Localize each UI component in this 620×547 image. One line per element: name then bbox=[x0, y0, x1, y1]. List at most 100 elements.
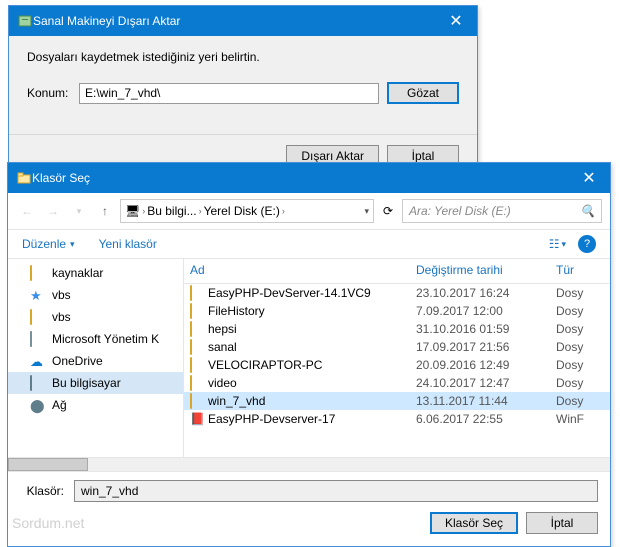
list-item[interactable]: sanal17.09.2017 21:56Dosy bbox=[184, 338, 610, 356]
export-message: Dosyaları kaydetmek istediğiniz yeri bel… bbox=[27, 50, 459, 64]
folder-icon bbox=[30, 266, 46, 280]
view-mode-icon[interactable]: ☷▾ bbox=[549, 237, 566, 251]
file-type: 24.10.2017 12:47 bbox=[416, 376, 556, 390]
export-title-text: Sanal Makineyi Dışarı Aktar bbox=[33, 14, 435, 28]
file-type: 23.10.2017 16:24 bbox=[416, 286, 556, 300]
location-label: Konum: bbox=[27, 86, 71, 100]
archive-icon: 📕 bbox=[190, 412, 206, 426]
network-icon: ⬤ bbox=[30, 398, 46, 412]
list-pane: Ad Değiştirme tarihi Tür EasyPHP-DevServ… bbox=[184, 259, 610, 457]
folder-icon bbox=[30, 310, 46, 324]
tree-item-label: Microsoft Yönetim K bbox=[52, 332, 159, 346]
list-item[interactable]: FileHistory7.09.2017 12:00Dosy bbox=[184, 302, 610, 320]
folder-icon bbox=[190, 322, 206, 336]
browse-button[interactable]: Gözat bbox=[387, 82, 459, 104]
chevron-down-icon[interactable]: ▾ bbox=[364, 206, 369, 217]
list-item[interactable]: hepsi31.10.2016 01:59Dosy bbox=[184, 320, 610, 338]
recent-dropdown-icon[interactable]: ▾ bbox=[68, 199, 90, 223]
watermark: Sordum.net bbox=[12, 515, 84, 531]
folder-title-text: Klasör Seç bbox=[32, 171, 568, 185]
file-list[interactable]: EasyPHP-DevServer-14.1VC923.10.2017 16:2… bbox=[184, 284, 610, 428]
folder-icon bbox=[190, 394, 206, 408]
tree-item[interactable]: ☁OneDrive bbox=[8, 350, 183, 372]
tree-item-label: Ağ bbox=[52, 398, 67, 412]
chevron-right-icon: › bbox=[142, 206, 145, 216]
tree-item-label: OneDrive bbox=[52, 354, 103, 368]
folder-select-dialog: Klasör Seç ✕ ← → ▾ ↑ 🖥 › Bu bilgi... › Y… bbox=[7, 162, 611, 547]
breadcrumb[interactable]: 🖥 › Bu bilgi... › Yerel Disk (E:) › ▾ bbox=[120, 199, 374, 223]
search-input[interactable]: Ara: Yerel Disk (E:) 🔍 bbox=[402, 199, 602, 223]
tree-item-label: vbs bbox=[52, 288, 71, 302]
list-item[interactable]: win_7_vhd13.11.2017 11:44Dosy bbox=[184, 392, 610, 410]
main-area: kaynaklar ★ vbs vbs Microsoft Yönetim K ☁OneD… bbox=[8, 259, 610, 457]
col-type[interactable]: Tür bbox=[556, 263, 604, 277]
help-icon[interactable]: ? bbox=[578, 235, 596, 253]
export-body: Dosyaları kaydetmek istediğiniz yeri bel… bbox=[9, 36, 477, 134]
file-name: FileHistory bbox=[208, 304, 416, 318]
chevron-right-icon: › bbox=[199, 206, 202, 216]
folder-title-icon bbox=[16, 170, 32, 186]
folder-buttons: Klasör Seç İptal bbox=[20, 512, 598, 534]
crumb-drive[interactable]: Yerel Disk (E:) bbox=[204, 204, 280, 218]
list-item[interactable]: EasyPHP-DevServer-14.1VC923.10.2017 16:2… bbox=[184, 284, 610, 302]
folder-icon bbox=[190, 340, 206, 354]
tree-view[interactable]: kaynaklar ★ vbs vbs Microsoft Yönetim K ☁OneD… bbox=[8, 259, 184, 457]
favorite-icon: ★ bbox=[30, 288, 46, 302]
up-icon[interactable]: ↑ bbox=[94, 199, 116, 223]
folder-cancel-button[interactable]: İptal bbox=[526, 512, 598, 534]
tree-item[interactable]: ⬤ Ağ bbox=[8, 394, 183, 416]
folder-icon bbox=[190, 358, 206, 372]
file-name: VELOCIRAPTOR-PC bbox=[208, 358, 416, 372]
tree-item[interactable]: kaynaklar bbox=[8, 262, 183, 284]
folder-titlebar[interactable]: Klasör Seç ✕ bbox=[8, 163, 610, 193]
file-type: 31.10.2016 01:59 bbox=[416, 322, 556, 336]
forward-icon[interactable]: → bbox=[42, 199, 64, 223]
back-icon[interactable]: ← bbox=[16, 199, 38, 223]
new-folder-button[interactable]: Yeni klasör bbox=[99, 237, 157, 251]
tree-item[interactable]: ★ vbs bbox=[8, 284, 183, 306]
location-row: Konum: E:\win_7_vhd\ Gözat bbox=[27, 82, 459, 104]
folder-icon bbox=[190, 376, 206, 390]
export-icon bbox=[17, 13, 33, 29]
folder-name-input[interactable]: win_7_vhd bbox=[74, 480, 598, 502]
refresh-icon[interactable]: ⟳ bbox=[378, 200, 398, 222]
folder-icon bbox=[190, 286, 206, 300]
column-headers[interactable]: Ad Değiştirme tarihi Tür bbox=[184, 259, 610, 284]
export-dialog: Sanal Makineyi Dışarı Aktar ✕ Dosyaları … bbox=[8, 5, 478, 180]
tree-item-label: kaynaklar bbox=[52, 266, 103, 280]
tree-item[interactable]: vbs bbox=[8, 306, 183, 328]
location-input[interactable]: E:\win_7_vhd\ bbox=[79, 83, 379, 104]
tree-item[interactable]: Bu bilgisayar bbox=[8, 372, 183, 394]
list-item[interactable]: video24.10.2017 12:47Dosy bbox=[184, 374, 610, 392]
file-name: EasyPHP-DevServer-14.1VC9 bbox=[208, 286, 416, 300]
file-name: hepsi bbox=[208, 322, 416, 336]
file-type: 6.06.2017 22:55 bbox=[416, 412, 556, 426]
crumb-pc[interactable]: Bu bilgi... bbox=[147, 204, 196, 218]
scroll-thumb[interactable] bbox=[8, 458, 88, 471]
search-icon: 🔍 bbox=[580, 204, 595, 218]
export-titlebar[interactable]: Sanal Makineyi Dışarı Aktar ✕ bbox=[9, 6, 477, 36]
file-type: 17.09.2017 21:56 bbox=[416, 340, 556, 354]
bottom-panel: Klasör: win_7_vhd Klasör Seç İptal bbox=[8, 471, 610, 546]
file-type: 13.11.2017 11:44 bbox=[416, 394, 556, 408]
folder-input-row: Klasör: win_7_vhd bbox=[20, 480, 598, 502]
organize-menu[interactable]: Düzenle ▾ bbox=[22, 237, 75, 251]
file-type: 7.09.2017 12:00 bbox=[416, 304, 556, 318]
close-icon[interactable]: ✕ bbox=[435, 6, 477, 36]
chevron-down-icon: ▾ bbox=[70, 239, 75, 250]
folder-icon bbox=[190, 304, 206, 318]
select-folder-button[interactable]: Klasör Seç bbox=[430, 512, 518, 534]
list-item[interactable]: VELOCIRAPTOR-PC20.09.2016 12:49Dosy bbox=[184, 356, 610, 374]
list-item[interactable]: 📕EasyPHP-Devserver-176.06.2017 22:55WinF bbox=[184, 410, 610, 428]
pc-icon: 🖥 bbox=[125, 204, 140, 218]
col-date[interactable]: Değiştirme tarihi bbox=[416, 263, 556, 277]
horizontal-scrollbar[interactable] bbox=[8, 457, 610, 471]
folder-close-icon[interactable]: ✕ bbox=[568, 163, 610, 193]
folder-input-label: Klasör: bbox=[20, 484, 64, 498]
file-type: 20.09.2016 12:49 bbox=[416, 358, 556, 372]
search-placeholder: Ara: Yerel Disk (E:) bbox=[409, 204, 511, 218]
col-name[interactable]: Ad bbox=[190, 263, 416, 277]
disk-icon bbox=[30, 332, 46, 346]
tree-item[interactable]: Microsoft Yönetim K bbox=[8, 328, 183, 350]
toolbar: Düzenle ▾ Yeni klasör ☷▾ ? bbox=[8, 230, 610, 259]
